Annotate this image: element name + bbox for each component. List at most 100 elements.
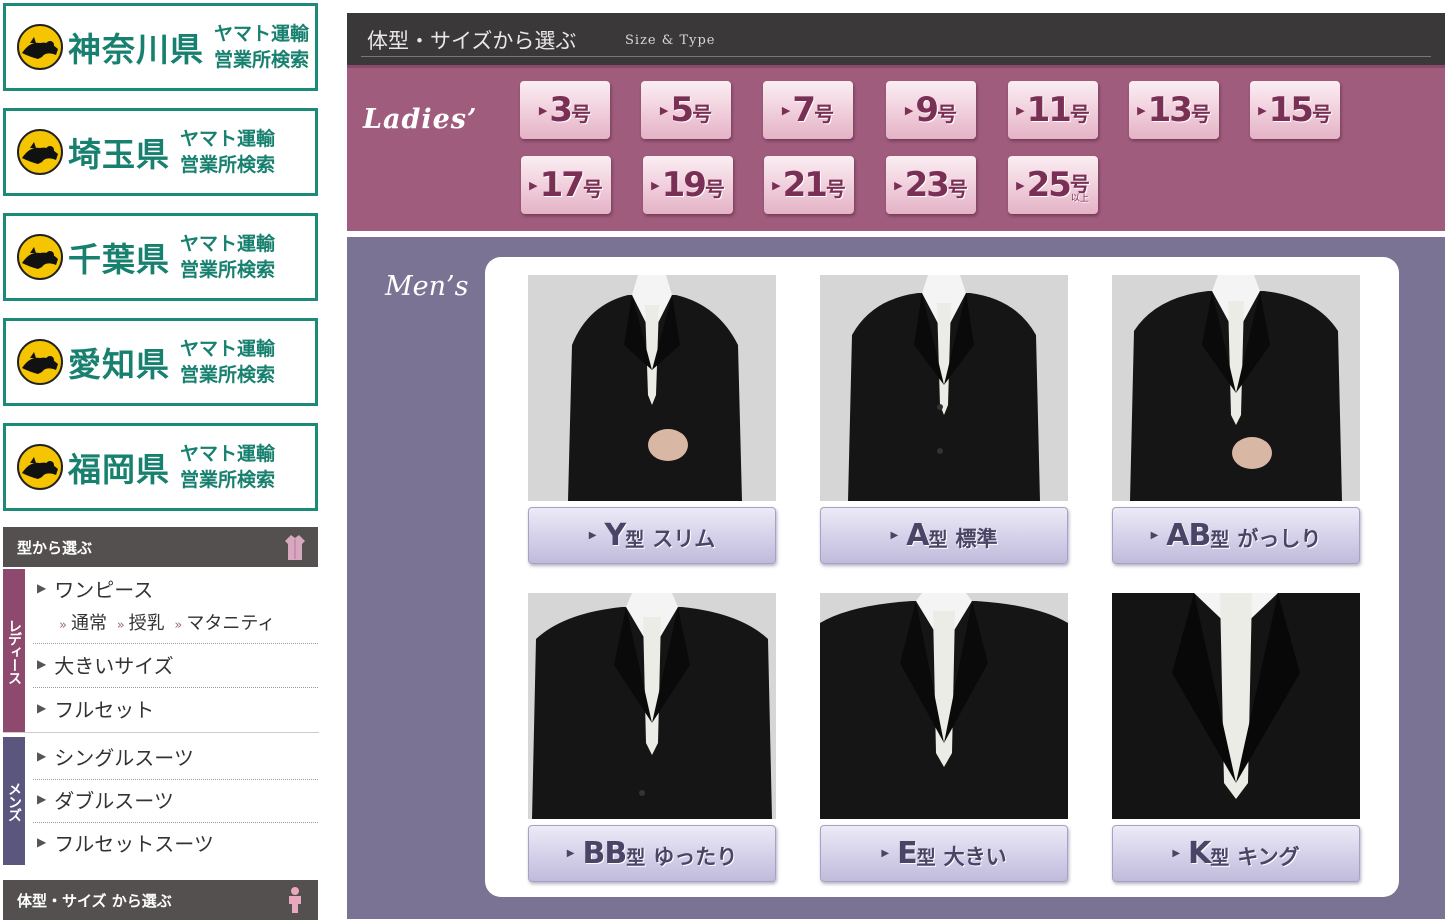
size-button-7[interactable]: ▶ 7 号 xyxy=(763,81,853,139)
sidebar-item-label: 大きいサイズ xyxy=(54,653,174,678)
size-button-17[interactable]: ▶ 17 号 xyxy=(521,156,611,214)
size-button-13[interactable]: ▶ 13 号 xyxy=(1129,81,1219,139)
suit-desc: ゆったり xyxy=(653,844,738,869)
triangle-right-icon: ▶ xyxy=(1258,103,1267,117)
banner-search-text: ヤマト運輸 営業所検索 xyxy=(180,231,275,283)
sidebar-item-label: シングルスーツ xyxy=(54,745,194,770)
suit-image xyxy=(820,275,1068,501)
size-button-25-plus[interactable]: ▶ 25 号 以上 xyxy=(1008,156,1098,214)
suit-photo-ab[interactable] xyxy=(1112,275,1360,501)
size-button-21[interactable]: ▶ 21 号 xyxy=(764,156,854,214)
sub-link-normal[interactable]: 通常 xyxy=(71,613,107,634)
size-unit-text: 号 xyxy=(692,102,713,126)
suit-photo-k[interactable] xyxy=(1112,593,1360,819)
sidebar-item-onepiece[interactable]: ▶ ワンピース xyxy=(37,575,318,602)
sidebar-item-double-suit[interactable]: ▶ ダブルスーツ xyxy=(37,786,318,813)
banner-prefecture: 千葉県 xyxy=(68,240,170,279)
type-section-title: 型から選ぶ xyxy=(17,538,93,557)
suit-photo-e[interactable] xyxy=(820,593,1068,819)
banner-line1: ヤマト運輸 xyxy=(214,23,310,45)
header-rule xyxy=(361,56,1431,57)
triangle-right-icon: ▶ xyxy=(1016,178,1025,192)
yamato-banner-kanagawa[interactable]: 神奈川県 ヤマト運輸 営業所検索 xyxy=(3,3,318,91)
yamato-banner-chiba[interactable]: 千葉県 ヤマト運輸 営業所検索 xyxy=(3,213,318,301)
triangle-right-icon: ▶ xyxy=(37,749,47,763)
suit-type-button-y[interactable]: ▶ Y 型 スリム xyxy=(528,507,776,564)
suit-kata: 型 xyxy=(626,847,646,869)
mens-label: Men’s xyxy=(385,271,469,302)
size-unit: 号 xyxy=(948,179,968,199)
triangle-right-icon: ▶ xyxy=(1137,103,1146,117)
banner-line1: ヤマト運輸 xyxy=(180,128,276,150)
yamato-banner-saitama[interactable]: 埼玉県 ヤマト運輸 営業所検索 xyxy=(3,108,318,196)
suit-image xyxy=(528,275,776,501)
triangle-right-icon: ▶ xyxy=(1016,103,1025,117)
size-unit-text: 号 xyxy=(947,177,968,201)
suit-code: AB xyxy=(1166,518,1211,553)
suit-image xyxy=(820,593,1068,819)
suit-type-button-bb[interactable]: ▶ BB 型 ゆったり xyxy=(528,825,776,882)
size-number: 7 xyxy=(792,90,816,130)
suit-kata: 型 xyxy=(1210,529,1230,551)
size-unit: 号 xyxy=(937,104,957,124)
triangle-right-icon: ▶ xyxy=(538,103,548,117)
black-cat-logo-icon xyxy=(17,339,63,385)
yamato-banner-fukuoka[interactable]: 福岡県 ヤマト運輸 営業所検索 xyxy=(3,423,318,511)
suit-type-button-a[interactable]: ▶ A 型 標準 xyxy=(820,507,1068,564)
size-number: 11 xyxy=(1026,90,1072,130)
size-unit-text: 号 xyxy=(825,177,846,201)
triangle-right-icon: ▶ xyxy=(37,835,47,849)
size-unit: 号 xyxy=(814,104,834,124)
size-unit: 号 xyxy=(1191,104,1211,124)
size-unit: 号 xyxy=(571,104,591,124)
suit-type-button-ab[interactable]: ▶ AB 型 がっしり xyxy=(1112,507,1360,564)
divider xyxy=(33,779,318,780)
size-unit: 号 xyxy=(1312,104,1332,124)
suit-desc: 大きい xyxy=(943,844,1007,869)
sidebar-item-fullset[interactable]: ▶ フルセット xyxy=(37,695,318,722)
double-chevron-icon: » xyxy=(116,618,125,633)
size-number: 13 xyxy=(1147,90,1193,130)
size-button-23[interactable]: ▶ 23 号 xyxy=(886,156,976,214)
triangle-right-icon: ▶ xyxy=(37,792,47,806)
size-button-5[interactable]: ▶ 5 号 xyxy=(641,81,731,139)
suit-type-button-k[interactable]: ▶ K 型 キング xyxy=(1112,825,1360,882)
banner-line2: 営業所検索 xyxy=(180,469,276,491)
sidebar-item-large-size[interactable]: ▶ 大きいサイズ xyxy=(37,651,318,678)
size-button-11[interactable]: ▶ 11 号 xyxy=(1008,81,1098,139)
sub-link-maternity[interactable]: マタニティ xyxy=(186,613,275,634)
triangle-right-icon: ▶ xyxy=(659,103,669,117)
banner-search-text: ヤマト運輸 営業所検索 xyxy=(180,126,275,178)
size-number: 25 xyxy=(1026,165,1072,205)
yamato-banner-aichi[interactable]: 愛知県 ヤマト運輸 営業所検索 xyxy=(3,318,318,406)
size-button-9[interactable]: ▶ 9 号 xyxy=(886,81,976,139)
size-unit: 号 以上 xyxy=(1070,174,1090,204)
size-unit-text: 号 xyxy=(571,102,592,126)
suit-desc: スリム xyxy=(652,526,716,551)
suit-photo-a[interactable] xyxy=(820,275,1068,501)
banner-line2: 営業所検索 xyxy=(214,49,310,71)
sidebar-item-single-suit[interactable]: ▶ シングルスーツ xyxy=(37,743,318,770)
triangle-right-icon: ▶ xyxy=(1172,848,1181,859)
suit-image xyxy=(1112,275,1360,501)
size-note: 以上 xyxy=(1070,194,1089,204)
group-divider xyxy=(3,732,319,733)
size-button-15[interactable]: ▶ 15 号 xyxy=(1250,81,1340,139)
sidebar-item-fullset-suit[interactable]: ▶ フルセットスーツ xyxy=(37,829,318,856)
size-button-19[interactable]: ▶ 19 号 xyxy=(643,156,733,214)
size-unit: 号 xyxy=(692,104,712,124)
size-button-3[interactable]: ▶ 3 号 xyxy=(520,81,610,139)
banner-prefecture: 福岡県 xyxy=(68,450,170,489)
suit-photo-bb[interactable] xyxy=(528,593,776,819)
ladies-tab: レディース xyxy=(3,569,25,733)
sub-link-nursing[interactable]: 授乳 xyxy=(129,613,165,634)
divider xyxy=(33,643,318,644)
size-section-title: 体型・サイズ から選ぶ xyxy=(17,891,172,910)
banner-line1: ヤマト運輸 xyxy=(180,443,276,465)
triangle-right-icon: ▶ xyxy=(890,530,899,541)
banner-line1: ヤマト運輸 xyxy=(180,338,276,360)
sidebar-item-label: フルセット xyxy=(54,697,155,722)
suit-photo-y[interactable] xyxy=(528,275,776,501)
triangle-right-icon: ▶ xyxy=(37,657,47,671)
suit-type-button-e[interactable]: ▶ E 型 大きい xyxy=(820,825,1068,882)
